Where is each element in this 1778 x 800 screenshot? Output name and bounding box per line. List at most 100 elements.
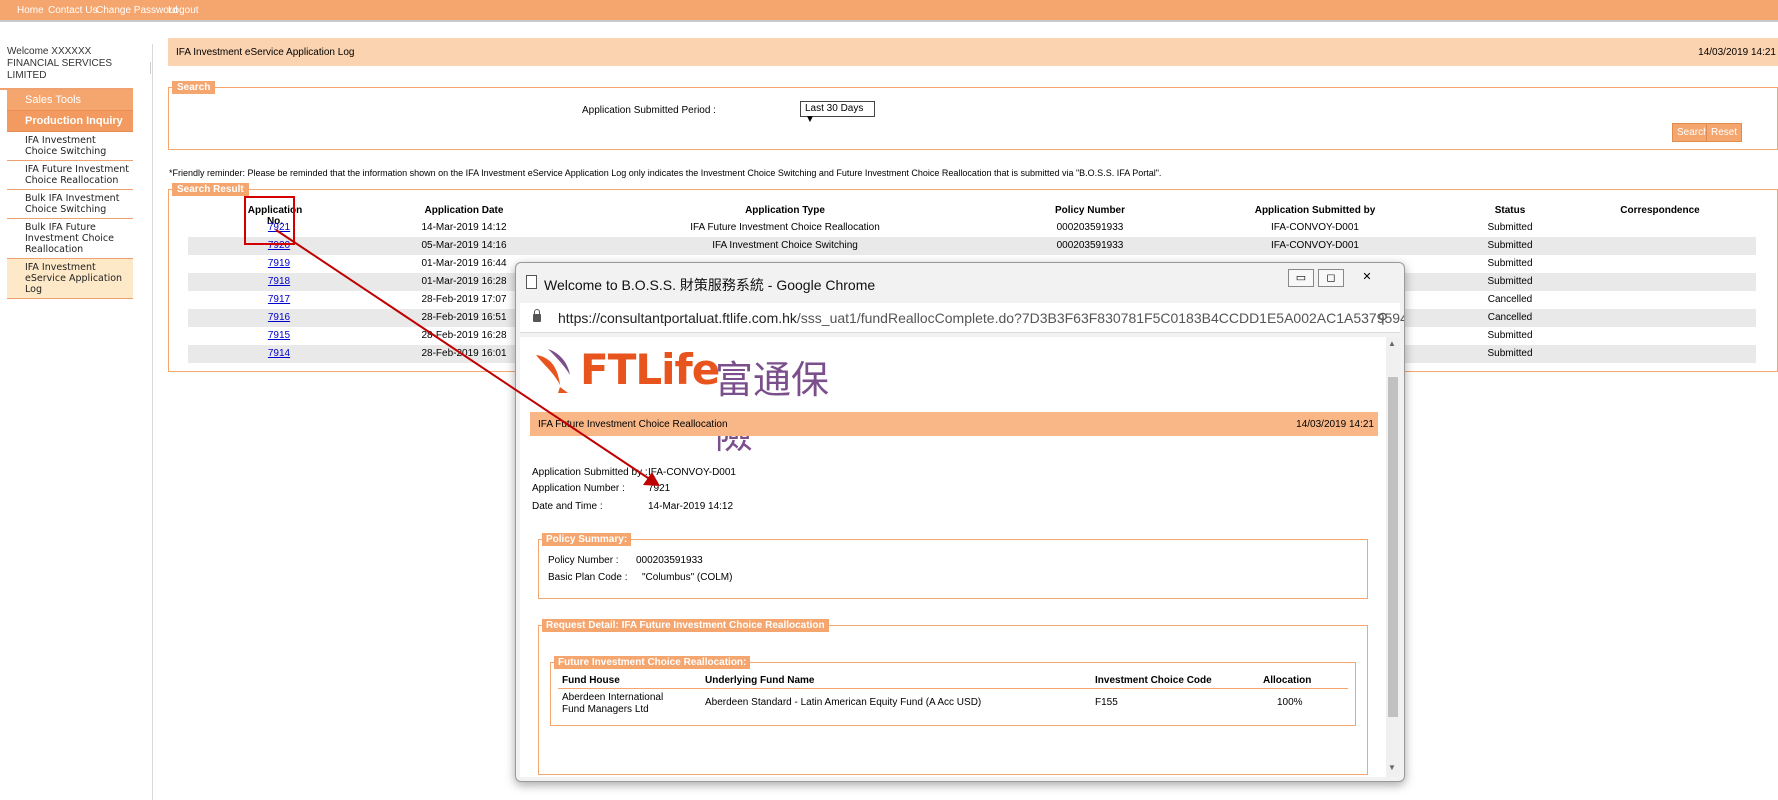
sidebar-item-ifa-reallocation[interactable]: IFA Future Investment Choice Reallocatio…	[7, 161, 133, 190]
request-detail-legend: Request Detail: IFA Future Investment Ch…	[542, 619, 829, 632]
page-title: IFA Investment eService Application Log	[176, 47, 355, 58]
period-select[interactable]: Last 30 Days ▼	[800, 101, 875, 125]
nav-change-password-link[interactable]: Change Password	[96, 5, 178, 16]
application-date: 05-Mar-2019 14:16	[421, 240, 507, 251]
sidebar-collapse-handle[interactable]	[150, 62, 156, 74]
status: Submitted	[1487, 258, 1533, 269]
address-bar[interactable]: https://consultantportaluat.ftlife.com.h…	[520, 303, 1404, 333]
friendly-reminder: *Friendly reminder: Please be reminded t…	[169, 168, 1162, 178]
fund-name-value: Aberdeen Standard - Latin American Equit…	[705, 697, 982, 708]
application-type: IFA Investment Choice Switching	[712, 240, 858, 251]
policy-number: 000203591933	[1056, 222, 1124, 233]
sidebar-item-bulk-switching[interactable]: Bulk IFA Investment Choice Switching	[7, 190, 133, 219]
popup-header-date: 14/03/2019 14:21	[1296, 419, 1374, 430]
popup-header: IFA Future Investment Choice Reallocatio…	[530, 412, 1378, 436]
scroll-down-icon[interactable]: ▼	[1388, 763, 1396, 772]
status: Submitted	[1487, 276, 1533, 287]
datetime-value: 14-Mar-2019 14:12	[648, 501, 734, 512]
application-date: 28-Feb-2019 16:28	[421, 330, 507, 341]
sidebar-item-ifa-switching[interactable]: IFA Investment Choice Switching	[7, 132, 133, 161]
ftlife-logo: FTLife 富通保險	[530, 345, 850, 457]
fund-name-header: Underlying Fund Name	[705, 675, 815, 686]
sidebar-divider	[152, 44, 153, 800]
fund-house-header: Fund House	[562, 675, 620, 686]
page-datetime: 14/03/2019 14:21	[1698, 47, 1776, 58]
status: Submitted	[1487, 348, 1533, 359]
application-date: 01-Mar-2019 16:44	[421, 258, 507, 269]
col-status: Status	[1494, 205, 1526, 216]
window-controls: ▭ ◻ ✕	[1288, 267, 1394, 289]
allocation-value: 100%	[1277, 697, 1303, 708]
period-label: Application Submitted Period :	[582, 105, 716, 116]
submitted-by: IFA-CONVOY-D001	[1271, 240, 1359, 251]
col-correspondence: Correspondence	[1620, 205, 1700, 216]
scroll-up-icon[interactable]: ▲	[1388, 339, 1396, 348]
application-date: 28-Feb-2019 17:07	[421, 294, 507, 305]
zoom-icon[interactable]: ⚲	[1378, 310, 1388, 327]
policy-number-value: 000203591933	[636, 555, 703, 566]
page-header: IFA Investment eService Application Log …	[168, 38, 1778, 66]
sidebar-sales-tools[interactable]: Sales Tools	[7, 90, 133, 111]
application-date: 28-Feb-2019 16:01	[421, 348, 507, 359]
submitted-by-value: IFA-CONVOY-D001	[648, 467, 736, 478]
choice-code-header: Investment Choice Code	[1095, 675, 1212, 686]
policy-number-label: Policy Number :	[548, 555, 619, 566]
col-application-date: Application Date	[424, 205, 504, 216]
status: Cancelled	[1487, 294, 1533, 305]
submitted-by: IFA-CONVOY-D001	[1271, 222, 1359, 233]
sidebar-item-application-log[interactable]: IFA Investment eService Application Log	[7, 259, 133, 299]
datetime-label: Date and Time :	[532, 501, 603, 512]
search-result-legend: Search Result	[172, 183, 249, 196]
sidebar: Welcome XXXXXX FINANCIAL SERVICES LIMITE…	[0, 44, 133, 299]
nav-logout-link[interactable]: Logout	[168, 5, 199, 16]
submitted-by-label: Application Submitted by :	[532, 467, 648, 478]
url-text: https://consultantportaluat.ftlife.com.h…	[558, 310, 1405, 326]
nav-contact-us-link[interactable]: Contact Us	[48, 5, 97, 16]
popup-title: Welcome to B.O.S.S. 財策服務系統 - Google Chro…	[544, 277, 876, 293]
minimize-icon[interactable]: ▭	[1288, 269, 1314, 287]
sidebar-production-inquiry[interactable]: Production Inquiry	[7, 111, 133, 132]
nav-home-link[interactable]: Home	[17, 5, 44, 16]
popup-scrollbar[interactable]: ▲ ▼	[1386, 337, 1400, 777]
application-no-link[interactable]: 7918	[268, 276, 290, 287]
popup-window: Welcome to B.O.S.S. 財策服務系統 - Google Chro…	[515, 262, 1405, 782]
app-number-value: 7921	[648, 483, 671, 494]
application-date: 28-Feb-2019 16:51	[421, 312, 507, 323]
policy-summary-legend: Policy Summary:	[542, 533, 632, 546]
search-legend: Search	[172, 81, 216, 94]
allocation-header: Allocation	[1263, 675, 1312, 686]
col-submitted-by: Application Submitted by	[1254, 205, 1376, 216]
application-no-link[interactable]: 7919	[268, 258, 290, 269]
status: Submitted	[1487, 330, 1533, 341]
col-application-type: Application Type	[745, 205, 825, 216]
close-icon[interactable]: ✕	[1354, 269, 1380, 287]
choice-code-value: F155	[1095, 697, 1118, 708]
plan-code-label: Basic Plan Code :	[548, 572, 628, 583]
top-nav: Home Contact Us Change Password Logout	[0, 0, 1778, 22]
sidebar-item-bulk-reallocation[interactable]: Bulk IFA Future Investment Choice Reallo…	[7, 219, 133, 259]
status: Submitted	[1487, 240, 1533, 251]
highlight-box	[244, 196, 295, 245]
document-icon	[526, 275, 537, 289]
fund-table-divider	[558, 688, 1348, 689]
policy-summary-panel	[538, 539, 1368, 599]
fund-house-value: Aberdeen International Fund Managers Ltd	[562, 692, 664, 715]
table-row: 7920 05-Mar-2019 14:16 IFA Investment Ch…	[188, 237, 1756, 255]
bird-logo-icon	[536, 349, 570, 393]
maximize-icon[interactable]: ◻	[1318, 269, 1344, 287]
scroll-thumb[interactable]	[1388, 377, 1398, 717]
future-reallocation-legend: Future Investment Choice Reallocation:	[554, 656, 751, 669]
application-type: IFA Future Investment Choice Reallocatio…	[690, 222, 880, 233]
status: Cancelled	[1487, 312, 1533, 323]
col-policy-number: Policy Number	[1054, 205, 1126, 216]
application-no-link[interactable]: 7914	[268, 348, 290, 359]
app-number-label: Application Number :	[532, 483, 625, 494]
application-no-link[interactable]: 7916	[268, 312, 290, 323]
application-date: 14-Mar-2019 14:12	[421, 222, 507, 233]
application-no-link[interactable]: 7915	[268, 330, 290, 341]
search-panel	[168, 87, 1778, 150]
application-no-link[interactable]: 7917	[268, 294, 290, 305]
logo-chinese: 富通保險	[715, 358, 830, 457]
reset-button[interactable]: Reset	[1706, 123, 1743, 142]
plan-code-value: "Columbus" (COLM)	[642, 572, 733, 583]
